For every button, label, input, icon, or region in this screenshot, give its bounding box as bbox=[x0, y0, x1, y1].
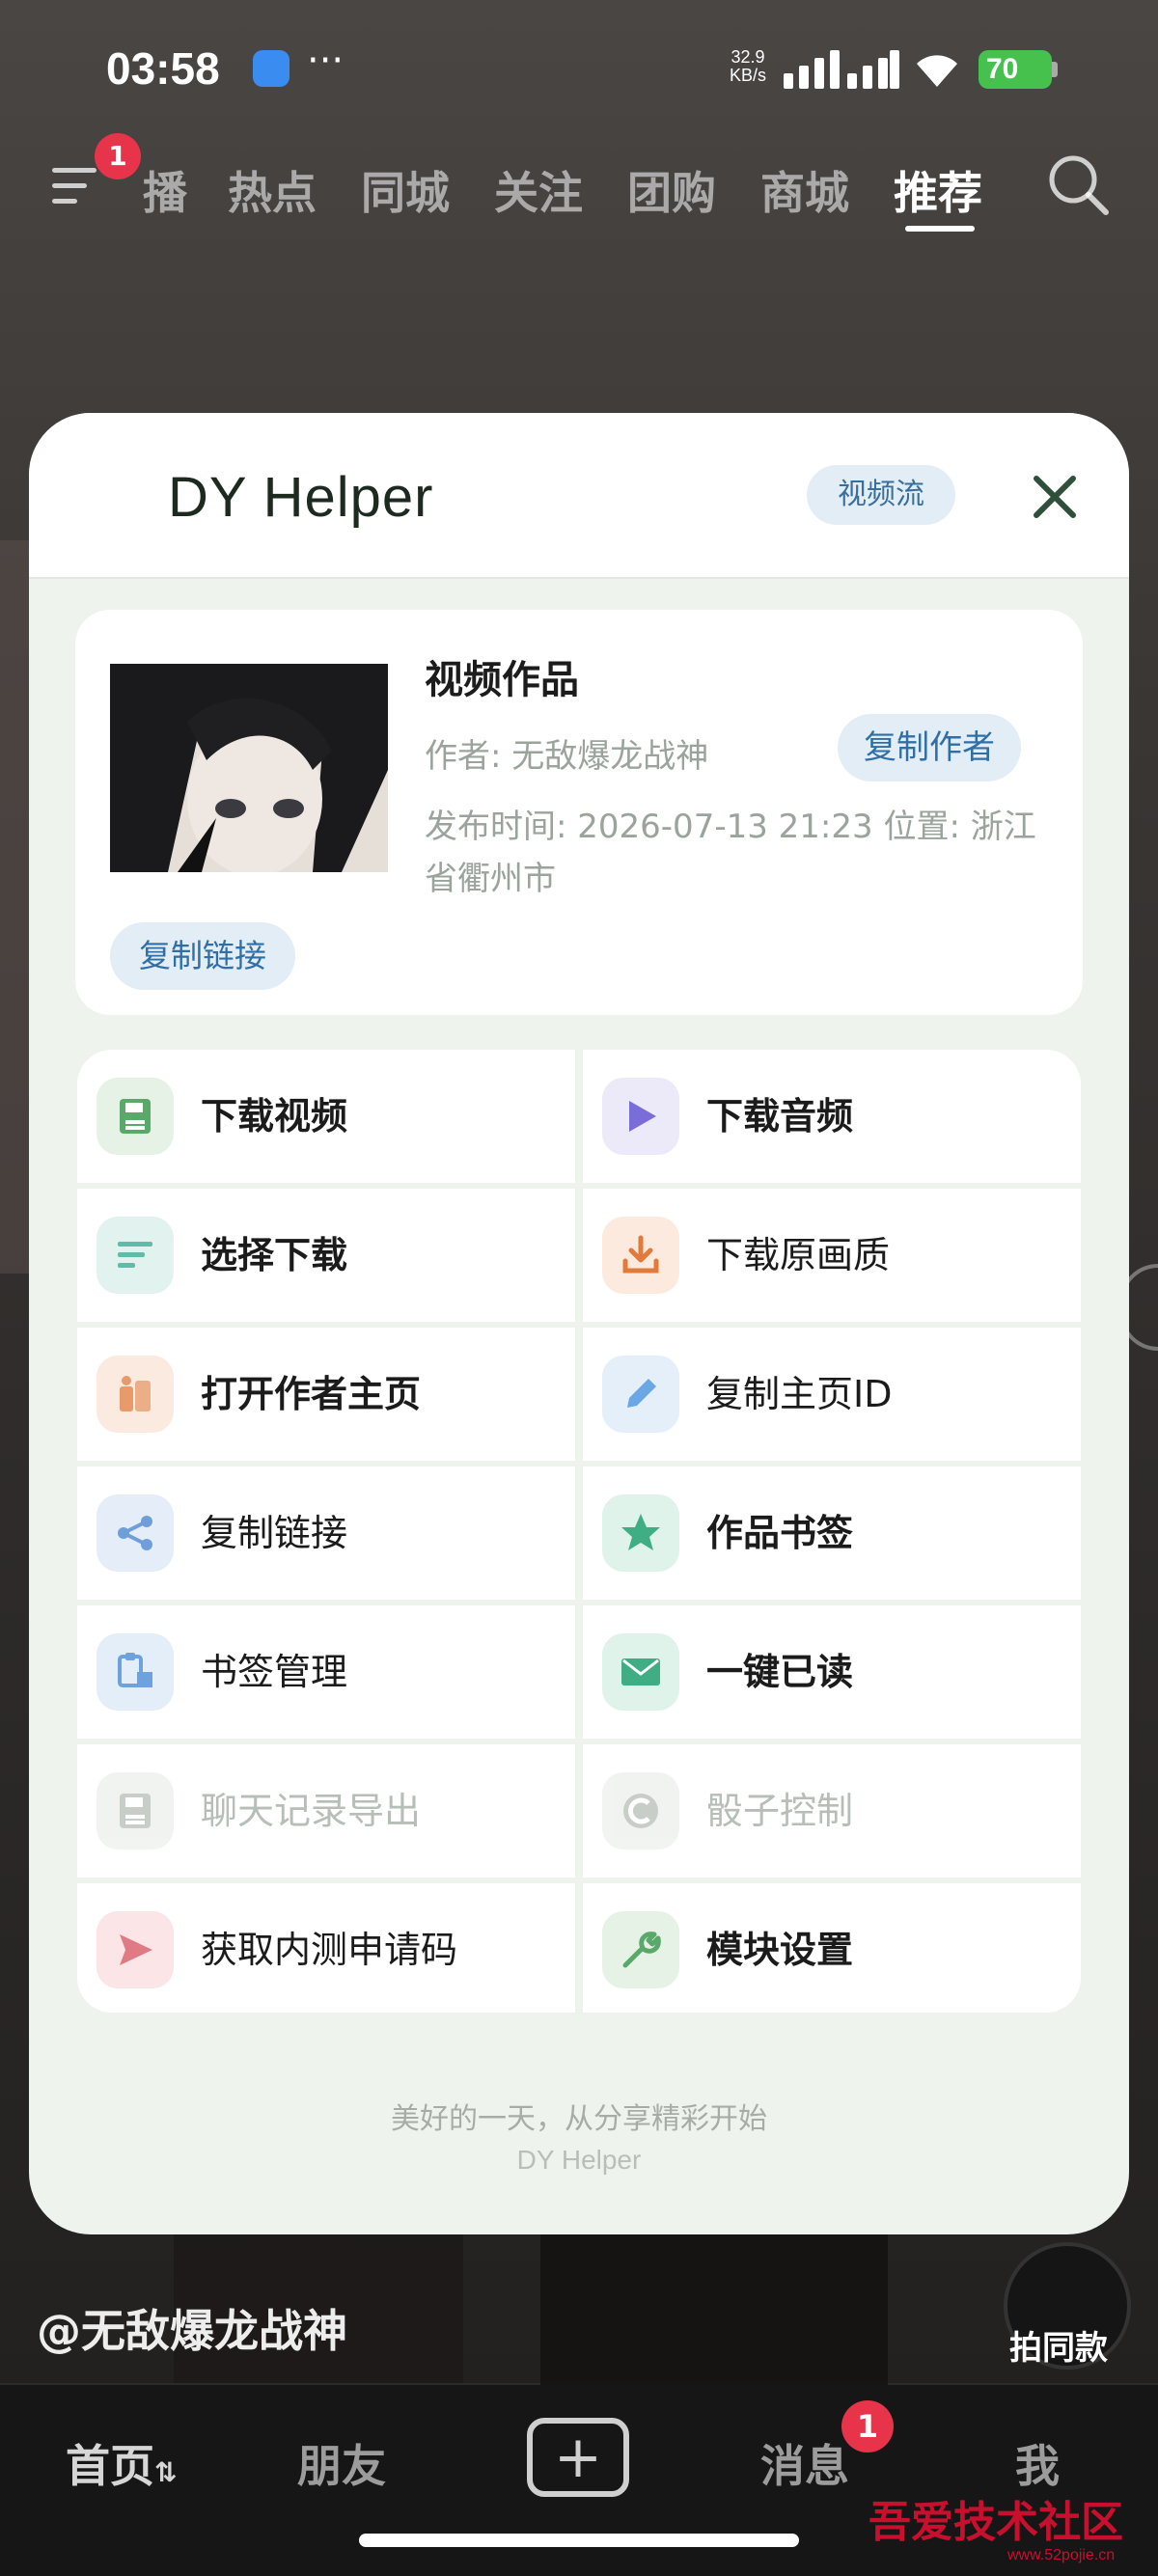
action-item-label: 复制链接 bbox=[201, 1512, 348, 1554]
action-item-label: 书签管理 bbox=[201, 1651, 348, 1693]
watermark-logo: 吾爱技术社区 bbox=[868, 2498, 1123, 2547]
save-icon bbox=[96, 1772, 174, 1850]
action-item[interactable]: 复制链接 bbox=[77, 1466, 575, 1600]
battery-icon: 70 bbox=[979, 50, 1052, 89]
share-icon bbox=[96, 1494, 174, 1572]
video-info-card: 视频作品 作者: 无敌爆龙战神 复制作者 发布时间: 2026-07-13 21… bbox=[75, 610, 1083, 1015]
wifi-icon bbox=[917, 55, 957, 87]
tab-live[interactable]: 播 bbox=[143, 158, 187, 222]
network-speed-unit: KB/s bbox=[730, 66, 767, 85]
menu-badge: 1 bbox=[95, 133, 141, 179]
network-speed: 32.9 KB/s bbox=[730, 48, 766, 85]
tab-mall[interactable]: 商城 bbox=[760, 158, 849, 222]
action-item-label: 复制主页ID bbox=[706, 1373, 893, 1415]
action-item-label: 打开作者主页 bbox=[201, 1373, 422, 1415]
action-item[interactable]: 复制主页ID bbox=[583, 1328, 1081, 1461]
download-icon bbox=[602, 1217, 679, 1294]
tab-local[interactable]: 同城 bbox=[361, 158, 450, 222]
same-style-label[interactable]: 拍同款 bbox=[1009, 2321, 1108, 2369]
home-indicator[interactable] bbox=[359, 2534, 799, 2547]
network-speed-value: 32.9 bbox=[731, 47, 765, 67]
action-item[interactable]: 打开作者主页 bbox=[77, 1328, 575, 1461]
battery-tip bbox=[1052, 62, 1058, 77]
tab-hot[interactable]: 热点 bbox=[228, 158, 317, 222]
dialog-title: DY Helper bbox=[168, 466, 434, 529]
action-item-label: 一键已读 bbox=[706, 1651, 854, 1693]
send-icon bbox=[96, 1911, 174, 1988]
mode-chip[interactable]: 视频流 bbox=[807, 465, 955, 525]
watermark-url: www.52pojie.cn bbox=[1007, 2547, 1116, 2563]
clipboard-icon bbox=[96, 1633, 174, 1711]
action-item[interactable]: 作品书签 bbox=[583, 1466, 1081, 1600]
dialog-header: DY Helper 视频流 bbox=[29, 413, 1129, 579]
footer-brand: DY Helper bbox=[516, 2145, 642, 2175]
video-thumbnail bbox=[110, 664, 388, 872]
tab-group-buy[interactable]: 团购 bbox=[627, 158, 716, 222]
pencil-icon bbox=[602, 1356, 679, 1433]
action-item[interactable]: 书签管理 bbox=[77, 1605, 575, 1739]
top-nav: 1 播 热点 同城 关注 团购 商城 推荐 bbox=[0, 133, 1158, 241]
action-grid: 下载视频 下载音频选择下载 下载原画质打开作者主页 复制主页ID 复制链接 作品书签书签管… bbox=[77, 1050, 1081, 2013]
active-tab-indicator bbox=[905, 226, 975, 232]
action-item-label: 选择下载 bbox=[201, 1234, 348, 1276]
action-item-label: 获取内测申请码 bbox=[201, 1929, 458, 1971]
app-notification-icon bbox=[253, 50, 290, 87]
create-plus-button[interactable]: + bbox=[527, 2418, 629, 2497]
tab-me[interactable]: 我 bbox=[1015, 2431, 1060, 2495]
video-meta: 发布时间: 2026-07-13 21:23 位置: 浙江省衢州市 bbox=[425, 808, 1036, 898]
tab-messages[interactable]: 消息 bbox=[760, 2431, 849, 2495]
status-time: 03:58 bbox=[106, 43, 220, 94]
action-item-label: 作品书签 bbox=[706, 1512, 854, 1554]
action-item[interactable]: 聊天记录导出 bbox=[77, 1744, 575, 1877]
wrench-icon bbox=[602, 1911, 679, 1988]
action-item[interactable]: 一键已读 bbox=[583, 1605, 1081, 1739]
action-item[interactable]: 下载视频 bbox=[77, 1050, 575, 1183]
tab-home[interactable]: 首页⇅ bbox=[66, 2431, 177, 2495]
helper-dialog: DY Helper 视频流 视频作品 作者: 无敌爆龙战神 复制作者 发布时间:… bbox=[29, 413, 1129, 2234]
action-item-label: 骰子控制 bbox=[706, 1790, 854, 1832]
action-item[interactable]: 选择下载 bbox=[77, 1189, 575, 1322]
signal-icon bbox=[784, 50, 899, 89]
close-icon[interactable] bbox=[1029, 471, 1081, 523]
tab-home-label: 首页 bbox=[66, 2440, 154, 2492]
action-item[interactable]: 骰子控制 bbox=[583, 1744, 1081, 1877]
action-item-label: 下载音频 bbox=[706, 1095, 854, 1137]
status-bar: 03:58 ··· 32.9 KB/s 70 bbox=[0, 0, 1158, 135]
messages-badge: 1 bbox=[841, 2400, 894, 2453]
action-item[interactable]: 模块设置 bbox=[583, 1883, 1081, 2013]
star-icon bbox=[602, 1494, 679, 1572]
action-item-label: 模块设置 bbox=[706, 1929, 854, 1971]
save-icon bbox=[96, 1078, 174, 1155]
list-icon bbox=[96, 1217, 174, 1294]
search-icon[interactable] bbox=[1044, 151, 1112, 218]
dice-icon bbox=[602, 1772, 679, 1850]
video-type-title: 视频作品 bbox=[425, 658, 579, 702]
mail-icon bbox=[602, 1633, 679, 1711]
action-item-label: 下载原画质 bbox=[706, 1234, 891, 1276]
action-item-label: 下载视频 bbox=[201, 1095, 348, 1137]
more-notifications-icon: ··· bbox=[307, 39, 345, 83]
refresh-arrows-icon: ⇅ bbox=[154, 2456, 178, 2488]
person-icon bbox=[96, 1356, 174, 1433]
tab-friends[interactable]: 朋友 bbox=[297, 2431, 386, 2495]
play-icon bbox=[602, 1078, 679, 1155]
action-item[interactable]: 下载原画质 bbox=[583, 1189, 1081, 1322]
tab-following[interactable]: 关注 bbox=[494, 158, 583, 222]
tab-recommend[interactable]: 推荐 bbox=[894, 158, 982, 222]
action-item[interactable]: 获取内测申请码 bbox=[77, 1883, 575, 2013]
video-author-overlay[interactable]: @无敌爆龙战神 bbox=[37, 2296, 347, 2360]
action-item[interactable]: 下载音频 bbox=[583, 1050, 1081, 1183]
video-author: 作者: 无敌爆龙战神 bbox=[425, 737, 709, 776]
copy-author-button[interactable]: 复制作者 bbox=[838, 714, 1021, 781]
footer-slogan: 美好的一天，从分享精彩开始 bbox=[391, 2102, 767, 2136]
copy-link-chip[interactable]: 复制链接 bbox=[110, 922, 295, 990]
action-item-label: 聊天记录导出 bbox=[201, 1790, 422, 1832]
